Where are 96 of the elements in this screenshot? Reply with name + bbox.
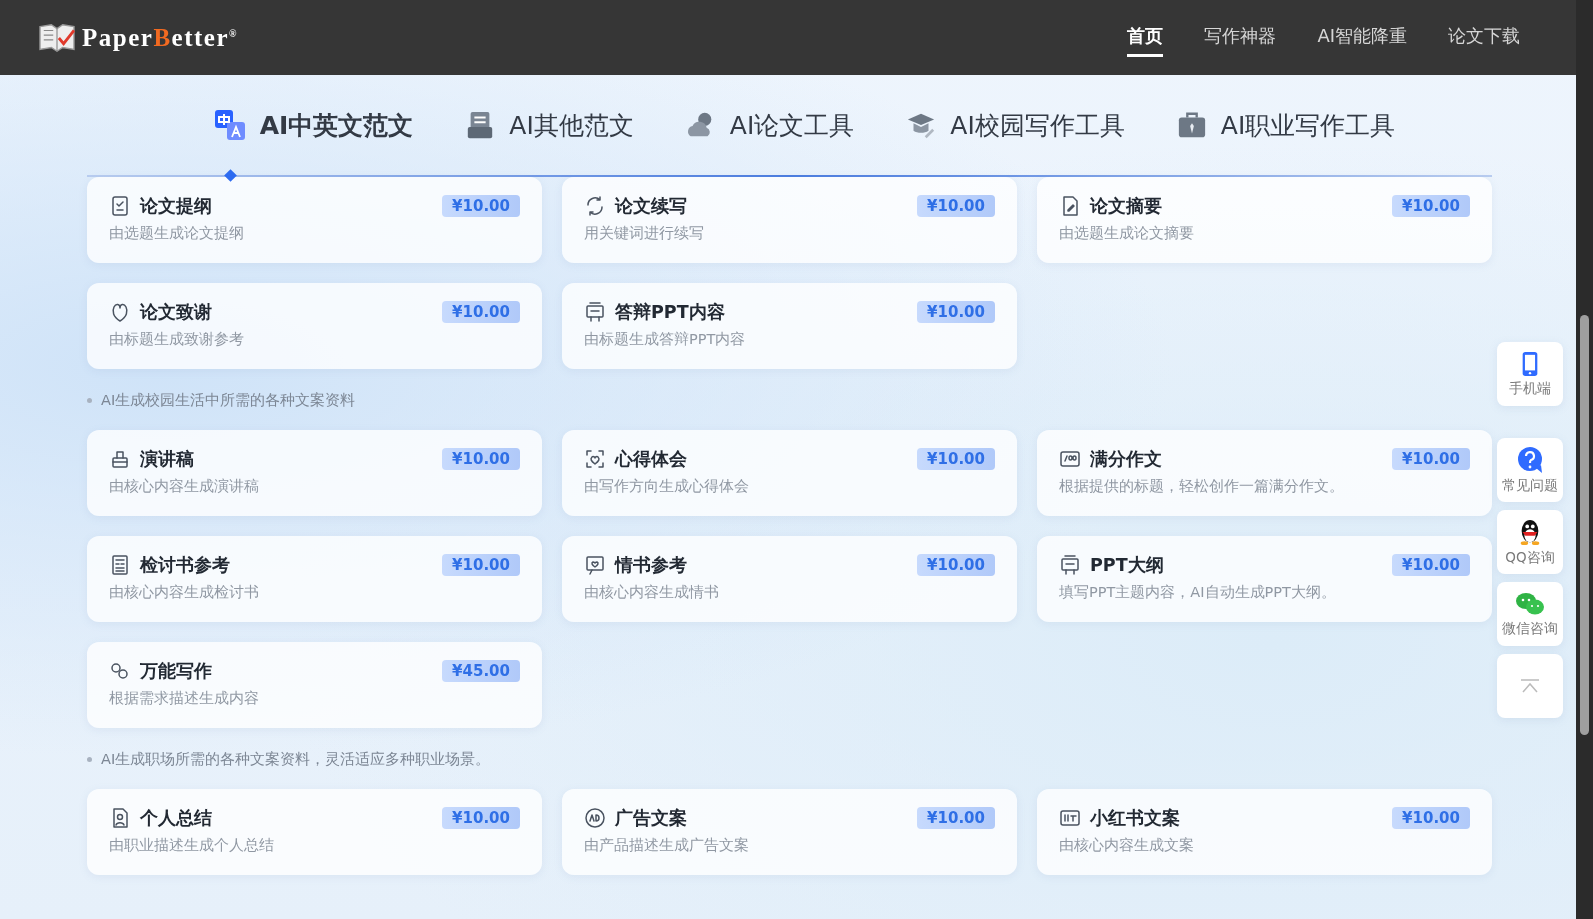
price-tag: ¥10.00: [917, 448, 995, 470]
category-tab[interactable]: AI校园写作工具: [906, 108, 1125, 142]
tool-icon: [1059, 448, 1081, 470]
tool-title: 演讲稿: [140, 448, 195, 471]
tool-description: 由职业描述生成个人总结: [109, 836, 275, 855]
tool-title: 情书参考: [615, 554, 688, 577]
tool-description: 由核心内容生成演讲稿: [109, 477, 260, 496]
bullet-dot: [87, 757, 92, 762]
price-tag: ¥10.00: [442, 448, 520, 470]
tool-title: 满分作文: [1090, 448, 1163, 471]
tool-icon: [584, 195, 606, 217]
tool-icon: [109, 301, 131, 323]
tool-title: 论文提纲: [140, 195, 213, 218]
tool-card[interactable]: 论文续写 ¥10.00 用关键词进行续写: [562, 177, 1017, 263]
tool-description: 由标题生成致谢参考: [109, 330, 245, 349]
tool-icon: [109, 554, 131, 576]
tool-icon: [1059, 554, 1081, 576]
tool-card[interactable]: 情书参考 ¥10.00 由核心内容生成情书: [562, 536, 1017, 622]
translate-icon: [213, 109, 246, 141]
tool-description: 由选题生成论文摘要: [1059, 224, 1195, 243]
price-tag: ¥10.00: [442, 195, 520, 217]
tool-title: 心得体会: [615, 448, 688, 471]
tool-title: 广告文案: [615, 807, 688, 830]
tool-card[interactable]: 论文摘要 ¥10.00 由选题生成论文摘要: [1037, 177, 1492, 263]
tool-card[interactable]: 广告文案 ¥10.00 由产品描述生成广告文案: [562, 789, 1017, 875]
tool-title: 论文摘要: [1090, 195, 1163, 218]
scrollbar[interactable]: [1576, 0, 1593, 919]
tool-icon: [584, 301, 606, 323]
tool-title: 小红书文案: [1090, 807, 1181, 830]
category-tab[interactable]: AI其他范文: [465, 108, 634, 142]
tool-title: 检讨书参考: [140, 554, 231, 577]
tool-card[interactable]: 演讲稿 ¥10.00 由核心内容生成演讲稿: [87, 430, 542, 516]
tool-description: 由核心内容生成文案: [1059, 836, 1195, 855]
tool-card[interactable]: 论文提纲 ¥10.00 由选题生成论文提纲: [87, 177, 542, 263]
tool-title: 答辩PPT内容: [615, 301, 726, 324]
tool-icon: [109, 448, 131, 470]
tool-description: 由选题生成论文提纲: [109, 224, 245, 243]
tool-description: 根据需求描述生成内容: [109, 689, 260, 708]
price-tag: ¥10.00: [917, 195, 995, 217]
tool-icon: [584, 807, 606, 829]
tool-card[interactable]: 心得体会 ¥10.00 由写作方向生成心得体会: [562, 430, 1017, 516]
help-icon: [1516, 445, 1544, 474]
price-tag: ¥10.00: [1392, 554, 1470, 576]
tool-icon: [584, 448, 606, 470]
side-widget[interactable]: 常见问题: [1497, 438, 1563, 502]
tool-title: 个人总结: [140, 807, 213, 830]
chat-bubbles-icon: [1515, 590, 1545, 617]
category-tab[interactable]: AI论文工具: [685, 108, 855, 142]
price-tag: ¥10.00: [917, 807, 995, 829]
tool-card[interactable]: 小红书文案 ¥10.00 由核心内容生成文案: [1037, 789, 1492, 875]
tool-description: 由核心内容生成检讨书: [109, 583, 260, 602]
tool-title: 论文续写: [615, 195, 688, 218]
tool-title: 万能写作: [140, 660, 213, 683]
price-tag: ¥10.00: [442, 807, 520, 829]
tool-card[interactable]: 检讨书参考 ¥10.00 由核心内容生成检讨书: [87, 536, 542, 622]
price-tag: ¥10.00: [442, 554, 520, 576]
tool-description: 用关键词进行续写: [584, 224, 705, 243]
tool-description: 由写作方向生成心得体会: [584, 477, 750, 496]
nav-link[interactable]: 写作神器: [1204, 18, 1277, 57]
tool-icon: [584, 554, 606, 576]
nav-link[interactable]: 论文下载: [1448, 18, 1520, 57]
tool-icon: [1059, 807, 1081, 829]
tool-card[interactable]: 个人总结 ¥10.00 由职业描述生成个人总结: [87, 789, 542, 875]
tool-card[interactable]: 论文致谢 ¥10.00 由标题生成致谢参考: [87, 283, 542, 369]
tool-card[interactable]: 万能写作 ¥45.00 根据需求描述生成内容: [87, 642, 542, 728]
tool-card[interactable]: PPT大纲 ¥10.00 填写PPT主题内容，AI自动生成PPT大纲。: [1037, 536, 1492, 622]
tool-icon: [109, 660, 131, 682]
tool-title: 论文致谢: [140, 301, 213, 324]
side-widget[interactable]: 手机端: [1497, 342, 1563, 406]
tool-card[interactable]: 满分作文 ¥10.00 根据提供的标题，轻松创作一篇满分作文。: [1037, 430, 1492, 516]
section-description: AI生成职场所需的各种文案资料，灵活适应多种职业场景。: [101, 750, 491, 769]
nav-link[interactable]: AI智能降重: [1317, 18, 1407, 57]
tool-description: 由核心内容生成情书: [584, 583, 720, 602]
tool-description: 根据提供的标题，轻松创作一篇满分作文。: [1059, 477, 1345, 496]
tool-description: 由产品描述生成广告文案: [584, 836, 750, 855]
brand-name[interactable]: PaperBetter$^{®}$: [82, 23, 238, 52]
side-widget[interactable]: QQ咨询: [1497, 510, 1563, 574]
tool-description: 由标题生成答辩PPT内容: [584, 330, 747, 349]
chevron-up-icon: [1520, 679, 1540, 693]
tool-card[interactable]: 答辩PPT内容 ¥10.00 由标题生成答辩PPT内容: [562, 283, 1017, 369]
tool-title: PPT大纲: [1090, 554, 1165, 577]
tool-icon: [109, 195, 131, 217]
price-tag: ¥10.00: [1392, 807, 1470, 829]
price-tag: ¥10.00: [917, 554, 995, 576]
price-tag: ¥10.00: [917, 301, 995, 323]
category-tab[interactable]: AI职业写作工具: [1176, 108, 1396, 142]
bullet-dot: [87, 398, 92, 403]
section-description: AI生成校园生活中所需的各种文案资料: [101, 391, 356, 410]
price-tag: ¥10.00: [1392, 448, 1470, 470]
price-tag: ¥10.00: [442, 301, 520, 323]
price-tag: ¥10.00: [1392, 195, 1470, 217]
price-tag: ¥45.00: [442, 660, 520, 682]
nav-link[interactable]: 首页: [1127, 18, 1164, 57]
briefcase-icon: [1176, 110, 1207, 140]
tool-description: 填写PPT主题内容，AI自动生成PPT大纲。: [1059, 583, 1337, 602]
side-widget[interactable]: 微信咨询: [1497, 582, 1563, 646]
